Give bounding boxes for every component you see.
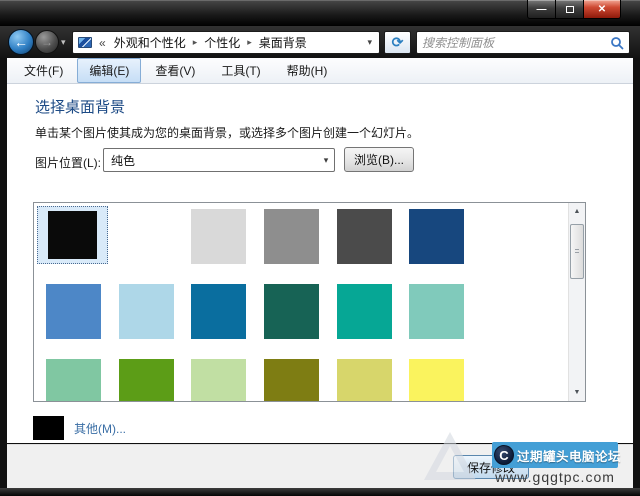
- recent-pages-dropdown[interactable]: ▾: [61, 37, 66, 48]
- search-input[interactable]: [422, 36, 610, 50]
- address-dropdown-icon[interactable]: ▾: [365, 37, 374, 48]
- watermark-logo-shape: [424, 432, 476, 480]
- color-swatch[interactable]: [337, 359, 392, 402]
- breadcrumb-item-desktop-background[interactable]: 桌面背景: [255, 34, 311, 51]
- watermark-badge: C 过期罐头电脑论坛: [492, 442, 618, 468]
- menu-tools[interactable]: 工具(T): [209, 58, 272, 83]
- scroll-up-icon: ▲: [574, 208, 581, 215]
- forward-button[interactable]: →: [35, 30, 59, 54]
- watermark-title: 过期罐头电脑论坛: [517, 446, 621, 465]
- forward-icon: →: [41, 35, 53, 49]
- other-color-swatch[interactable]: [33, 416, 64, 440]
- crumb-separator-icon[interactable]: ▸: [190, 37, 201, 48]
- close-button[interactable]: ✕: [583, 0, 621, 19]
- menu-file[interactable]: 文件(F): [12, 58, 75, 83]
- picture-position-value: 纯色: [104, 152, 318, 169]
- watermark-url: www.gqgtpc.com: [492, 469, 618, 485]
- color-swatch[interactable]: [119, 209, 174, 264]
- combo-arrow-icon: ▾: [318, 155, 334, 166]
- chevron-down-icon: ▾: [61, 37, 66, 47]
- scrollbar-thumb[interactable]: [570, 224, 584, 279]
- page-title: 选择桌面背景: [35, 96, 125, 117]
- minimize-icon: —: [537, 4, 547, 15]
- color-swatch[interactable]: [119, 284, 174, 339]
- content-area: 选择桌面背景 单击某个图片使其成为您的桌面背景，或选择多个图片创建一个幻灯片。 …: [7, 84, 633, 443]
- scroll-down-icon: ▼: [574, 389, 581, 396]
- crumb-separator-icon[interactable]: ▸: [244, 37, 255, 48]
- location-icon: [78, 37, 92, 48]
- window-desktop-background: — ✕ ← → ▾ « 外观和个性化 ▸ 个性化 ▸ 桌面背景 ▾ ⟳: [0, 0, 640, 496]
- color-swatch[interactable]: [46, 359, 101, 402]
- color-swatch[interactable]: [409, 284, 464, 339]
- scroll-down-button[interactable]: ▼: [569, 384, 585, 401]
- color-listbox: ▲ ▼: [33, 202, 586, 402]
- caption-buttons: — ✕: [527, 0, 621, 19]
- other-colors-link[interactable]: 其他(M)...: [74, 420, 126, 437]
- watermark-logo-icon: C: [494, 445, 514, 465]
- color-swatch[interactable]: [264, 284, 319, 339]
- minimize-button[interactable]: —: [527, 0, 556, 19]
- menu-bar: 文件(F) 编辑(E) 查看(V) 工具(T) 帮助(H): [7, 58, 633, 84]
- menu-edit[interactable]: 编辑(E): [77, 58, 141, 83]
- color-swatch[interactable]: [191, 359, 246, 402]
- page-description: 单击某个图片使其成为您的桌面背景，或选择多个图片创建一个幻灯片。: [35, 124, 419, 141]
- color-swatch[interactable]: [264, 359, 319, 402]
- scroll-up-button[interactable]: ▲: [569, 203, 585, 220]
- color-swatch-selected[interactable]: [37, 206, 108, 264]
- color-swatch[interactable]: [46, 284, 101, 339]
- window-bottom-frame: [0, 488, 640, 496]
- breadcrumb-item-appearance[interactable]: 外观和个性化: [110, 34, 190, 51]
- listbox-scrollbar[interactable]: ▲ ▼: [568, 203, 585, 401]
- color-swatch[interactable]: [264, 209, 319, 264]
- maximize-button[interactable]: [556, 0, 583, 19]
- color-swatch[interactable]: [191, 209, 246, 264]
- menu-view[interactable]: 查看(V): [143, 58, 207, 83]
- search-icon[interactable]: [610, 36, 624, 50]
- close-icon: ✕: [598, 4, 606, 15]
- refresh-button[interactable]: ⟳: [384, 31, 411, 54]
- browse-button[interactable]: 浏览(B)...: [344, 147, 414, 172]
- color-swatch[interactable]: [119, 359, 174, 402]
- color-swatch[interactable]: [337, 284, 392, 339]
- picture-position-select[interactable]: 纯色 ▾: [103, 148, 335, 172]
- color-swatch[interactable]: [409, 209, 464, 264]
- refresh-icon: ⟳: [392, 34, 404, 51]
- maximize-icon: [566, 6, 574, 13]
- picture-position-label: 图片位置(L):: [35, 154, 101, 171]
- search-box: [416, 31, 630, 54]
- color-swatch[interactable]: [191, 284, 246, 339]
- breadcrumb-item-personalization[interactable]: 个性化: [200, 34, 244, 51]
- back-icon: ←: [14, 34, 28, 50]
- breadcrumb[interactable]: « 外观和个性化 ▸ 个性化 ▸ 桌面背景 ▾: [72, 31, 380, 54]
- color-swatch[interactable]: [409, 359, 464, 402]
- back-button[interactable]: ←: [8, 29, 34, 55]
- color-swatch: [48, 211, 97, 259]
- breadcrumb-overflow-icon[interactable]: «: [99, 36, 106, 50]
- color-swatch[interactable]: [337, 209, 392, 264]
- menu-help[interactable]: 帮助(H): [275, 58, 340, 83]
